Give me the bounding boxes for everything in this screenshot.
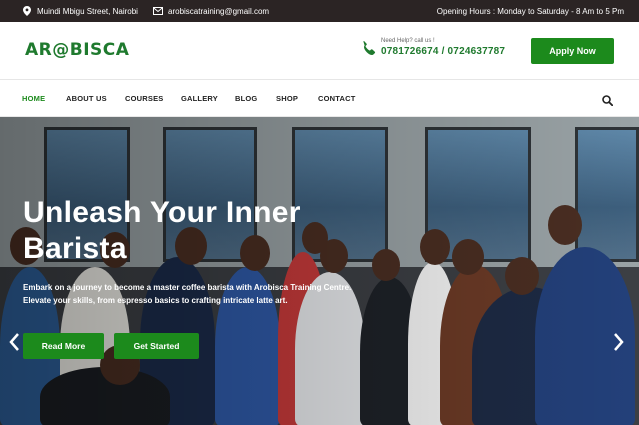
top-info-bar: Muindi Mbigu Street, Nairobi arobiscatra… [0, 0, 639, 22]
nav-contact[interactable]: CONTACT [318, 80, 356, 117]
get-started-button[interactable]: Get Started [114, 333, 199, 359]
chevron-left-icon[interactable] [8, 332, 22, 352]
phone-icon [361, 40, 377, 56]
apply-now-button[interactable]: Apply Now [531, 38, 614, 64]
hero-slider: Unleash Your Inner Barista Embark on a j… [0, 117, 639, 425]
hero-description: Embark on a journey to become a master c… [23, 283, 352, 305]
nav-gallery[interactable]: GALLERY [181, 80, 218, 117]
read-more-button[interactable]: Read More [23, 333, 104, 359]
hero-overlay [0, 117, 639, 425]
chevron-right-icon[interactable] [611, 332, 625, 352]
nav-home[interactable]: HOME [22, 80, 45, 117]
hero-title: Unleash Your Inner Barista [23, 196, 301, 265]
location-pin-icon [22, 6, 32, 16]
email-info[interactable]: arobiscatraining@gmail.com [153, 0, 269, 22]
nav-blog[interactable]: BLOG [235, 80, 257, 117]
main-nav: HOME ABOUT US COURSES GALLERY BLOG SHOP … [0, 80, 639, 117]
nav-about-us[interactable]: ABOUT US [66, 80, 107, 117]
help-label: Need Help? call us ! [381, 38, 435, 44]
search-icon[interactable] [602, 93, 614, 107]
nav-courses[interactable]: COURSES [125, 80, 164, 117]
site-header: AR@BISCA Need Help? call us ! 0781726674… [0, 22, 639, 80]
location-text: Muindi Mbigu Street, Nairobi [37, 6, 138, 16]
location-info: Muindi Mbigu Street, Nairobi [22, 0, 138, 22]
email-text[interactable]: arobiscatraining@gmail.com [168, 7, 269, 16]
phone-numbers[interactable]: 0781726674 / 0724637787 [381, 46, 505, 57]
help-contact: Need Help? call us ! 0781726674 / 072463… [361, 38, 505, 57]
opening-hours: Opening Hours : Monday to Saturday - 8 A… [436, 6, 624, 16]
envelope-icon [153, 6, 163, 16]
site-logo[interactable]: AR@BISCA [25, 40, 129, 60]
nav-shop[interactable]: SHOP [276, 80, 298, 117]
